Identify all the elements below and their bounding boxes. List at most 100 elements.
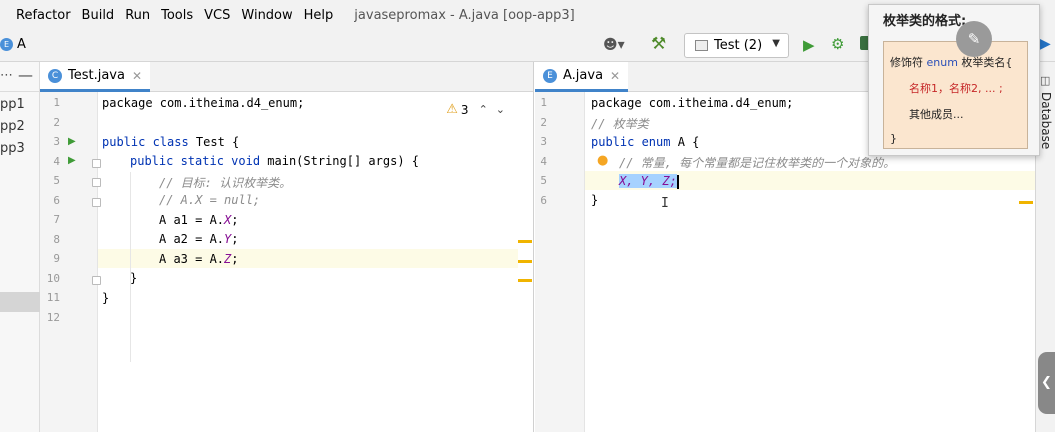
format-text: 枚举类名{	[957, 56, 1013, 69]
lightbulb-icon[interactable]: ●	[597, 153, 608, 168]
line-number: 2	[540, 116, 547, 129]
code-line[interactable]: package com.itheima.d4_enum;	[591, 96, 793, 110]
close-icon[interactable]: ✕	[610, 69, 620, 83]
code-text: main(String[] args) {	[260, 154, 419, 168]
inspection-widget[interactable]: ⚠ 3 ⌃⌄	[446, 102, 513, 117]
config-icon	[695, 40, 708, 51]
enum-class-icon: E	[0, 38, 13, 51]
user-icon[interactable]: ☻▾	[603, 37, 625, 53]
class-file-icon: C	[48, 68, 62, 83]
hide-panel-icon[interactable]: —	[18, 66, 33, 84]
run-configuration-select[interactable]: Test (2) ▼	[684, 33, 789, 58]
code-line[interactable]: public class Test {	[102, 135, 239, 149]
fold-icon[interactable]	[92, 276, 101, 285]
line-number: 4	[53, 155, 60, 168]
line-number: 3	[53, 135, 60, 148]
line-number: 11	[46, 291, 60, 304]
close-icon[interactable]: ✕	[132, 69, 142, 83]
fold-icon[interactable]	[92, 159, 101, 168]
mouse-ibeam-cursor: I	[661, 196, 669, 211]
comment-line[interactable]: // 常量, 每个常量都是记住枚举类的一个对象的。	[619, 154, 895, 171]
warning-stripe-mark[interactable]	[518, 240, 532, 243]
code-text: A {	[670, 135, 700, 149]
run-icon[interactable]: ▶	[803, 36, 815, 54]
fold-icon[interactable]	[92, 178, 101, 187]
code-line[interactable]: A a2 = A.Y;	[159, 232, 239, 246]
code-text: ;	[231, 252, 239, 266]
warning-icon: ⚠	[446, 102, 458, 117]
selected-tree-row[interactable]	[0, 292, 40, 312]
left-gutter: 1 2 3 4 5 6 7 8 9 10 11 12 ▶ ▶	[40, 92, 101, 432]
database-icon: ◫	[1040, 74, 1051, 87]
code-line[interactable]: A a1 = A.X;	[159, 213, 239, 227]
keyword: public static void	[130, 154, 261, 168]
project-item[interactable]: pp3	[0, 138, 39, 160]
indent-guide	[130, 172, 131, 362]
code-text: A a1 = A.	[159, 213, 225, 227]
code-line[interactable]: public enum A {	[591, 135, 699, 149]
tab-a-java[interactable]: E A.java ✕	[535, 62, 629, 92]
expand-arrow-icon[interactable]: ▶	[1040, 36, 1051, 52]
menu-refactor[interactable]: Refactor	[16, 8, 71, 23]
code-line[interactable]: A a3 = A.Z;	[159, 252, 239, 266]
enum-constants-line[interactable]: X, Y, Z;	[619, 174, 679, 189]
tab-label: Test.java	[68, 68, 125, 83]
code-text: ;	[231, 213, 239, 227]
menu-build[interactable]: Build	[82, 8, 115, 23]
code-text: ;	[231, 232, 239, 246]
line-number: 10	[46, 272, 60, 285]
format-text: 修饰符	[890, 56, 927, 69]
code-line[interactable]: }	[102, 291, 109, 305]
enum-keyword: enum	[926, 56, 958, 69]
menu-run[interactable]: Run	[125, 8, 150, 23]
gear-icon[interactable]: ⋯	[0, 68, 13, 83]
navigation-breadcrumb[interactable]: A	[17, 37, 26, 52]
enum-format-card: 修饰符 enum 枚举类名{ 名称1，名称2, ... ; 其他成员... }	[883, 41, 1028, 149]
format-line: 其他成员...	[909, 108, 964, 121]
comment-line[interactable]: // 目标: 认识枚举类。	[159, 174, 291, 191]
warning-stripe-mark[interactable]	[1019, 201, 1033, 204]
project-panel: ⋯ — pp1 pp2 pp3	[0, 62, 40, 432]
tab-test-java[interactable]: C Test.java ✕	[40, 62, 151, 92]
line-number: 6	[53, 194, 60, 207]
navigate-arrows-icon[interactable]: ⌃⌄	[479, 103, 513, 116]
menu-window[interactable]: Window	[241, 8, 292, 23]
line-number: 4	[540, 155, 547, 168]
code-line[interactable]: }	[591, 193, 598, 207]
menu-help[interactable]: Help	[304, 8, 334, 23]
keyword: public enum	[591, 135, 671, 149]
selected-text: X, Y, Z;	[619, 174, 677, 188]
fold-icon[interactable]	[92, 198, 101, 207]
comment-line[interactable]: // 枚举类	[591, 115, 649, 132]
text-caret	[676, 174, 679, 189]
run-gutter-icon[interactable]: ▶	[68, 136, 76, 147]
code-line[interactable]: }	[130, 271, 137, 285]
collapse-panel-handle[interactable]: ❮	[1038, 352, 1055, 414]
project-item[interactable]: pp1	[0, 94, 39, 116]
warning-count: 3	[460, 102, 469, 117]
menu-tools[interactable]: Tools	[161, 8, 193, 23]
code-line[interactable]: package com.itheima.d4_enum;	[102, 96, 304, 110]
format-line: 修饰符 enum 枚举类名{	[890, 54, 1012, 70]
menu-vcs[interactable]: VCS	[204, 8, 230, 23]
keyword: public class	[102, 135, 189, 149]
comment-line[interactable]: // A.X = null;	[159, 193, 260, 207]
line-number: 3	[540, 135, 547, 148]
build-hammer-icon[interactable]: ⚒	[651, 34, 666, 54]
warning-stripe-mark[interactable]	[518, 279, 532, 282]
debug-icon[interactable]: ⚙	[831, 35, 844, 53]
line-number: 8	[53, 233, 60, 246]
code-line[interactable]: public static void main(String[] args) {	[130, 154, 419, 168]
code-text: A a3 = A.	[159, 252, 225, 266]
database-tool-window-button[interactable]: Database	[1039, 92, 1053, 149]
run-gutter-icon[interactable]: ▶	[68, 155, 76, 166]
window-title: javasepromax - A.java [oop-app3]	[354, 7, 575, 23]
line-number: 2	[53, 116, 60, 129]
format-line: }	[890, 132, 897, 145]
edit-pencil-icon[interactable]: ✎	[956, 21, 992, 57]
chevron-down-icon: ▼	[772, 38, 780, 49]
line-number: 1	[53, 96, 60, 109]
project-item[interactable]: pp2	[0, 116, 39, 138]
warning-stripe-mark[interactable]	[518, 260, 532, 263]
popup-title: 枚举类的格式:	[883, 14, 967, 29]
